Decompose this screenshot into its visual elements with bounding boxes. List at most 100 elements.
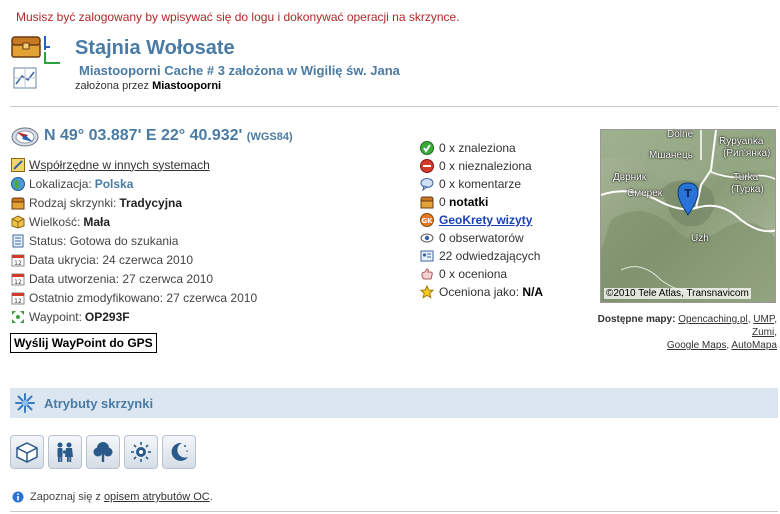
- not-found-count: 0 x nieznaleziona: [439, 159, 532, 173]
- waypoint-value: OP293F: [84, 309, 130, 324]
- not-found-icon: [419, 158, 435, 174]
- created-date-text: Data utworzenia: 27 czerwca 2010: [29, 271, 214, 286]
- wellness-attribute-icon[interactable]: [124, 435, 158, 469]
- attributes-note-suffix: .: [209, 491, 213, 503]
- compass-icon: [11, 127, 39, 147]
- comment-icon: [419, 176, 435, 192]
- svg-text:12: 12: [14, 260, 22, 267]
- hidden-date-row: 12 Data ukrycia: 24 czerwca 2010: [10, 250, 257, 269]
- attributes-list: [10, 435, 200, 469]
- box-attribute-icon[interactable]: [10, 435, 44, 469]
- attributes-note-prefix: Zapoznaj się z: [30, 491, 101, 503]
- attributes-header: Atrybuty skrzynki: [10, 388, 778, 418]
- not-found-row: 0 x nieznaleziona: [419, 157, 543, 175]
- type-value: Tradycyjna: [119, 195, 183, 210]
- map-link-ump[interactable]: UMP: [753, 314, 774, 325]
- cache-details: Współrzędne w innych systemach Lokalizac…: [10, 155, 257, 326]
- attributes-star-icon: [15, 393, 35, 413]
- map-label-uzh: Uzh: [691, 233, 709, 244]
- available-maps-label: Dostępne mapy:: [597, 314, 676, 325]
- globe-icon: [10, 176, 26, 192]
- chest-icon: [10, 195, 26, 211]
- header-divider: [10, 106, 778, 107]
- size-row: Wielkość: Mała: [10, 212, 257, 231]
- calendar-icon: 12: [10, 290, 26, 306]
- map-label-turka: Turka: [733, 172, 759, 183]
- coordinates-datum: (WGS84): [246, 131, 293, 143]
- notes-label: notatki: [449, 195, 489, 209]
- rated-as-label: Oceniona jako:: [439, 285, 520, 299]
- family-attribute-icon[interactable]: [48, 435, 82, 469]
- created-date-row: 12 Data utworzenia: 27 czerwca 2010: [10, 269, 257, 288]
- owner-prefix: założona przez: [75, 80, 149, 92]
- map-credit: ©2010 Tele Atlas, Transnavicom: [604, 288, 751, 299]
- watchers-count: 0 obserwatorów: [439, 231, 524, 245]
- night-attribute-icon[interactable]: [162, 435, 196, 469]
- login-notice: Musisz być zalogowany by wpisywać się do…: [16, 10, 460, 24]
- ratings-row: 0 x oceniona: [419, 265, 543, 283]
- treasure-chest-icon: [11, 36, 41, 58]
- svg-text:12: 12: [14, 298, 22, 305]
- difficulty-terrain-icon: [44, 36, 60, 64]
- status-text: Status: Gotowa do szukania: [29, 233, 179, 248]
- cache-subtitle: Miastooporni Cache # 3 założona w Wigili…: [79, 63, 400, 78]
- chart-icon: [13, 67, 37, 89]
- cache-owner-line: założona przez Miastooporni: [75, 80, 221, 92]
- location-row: Lokalizacja: Polska: [10, 174, 257, 193]
- info-icon: [12, 491, 24, 503]
- svg-text:12: 12: [14, 279, 22, 286]
- rated-as-value: N/A: [522, 285, 544, 299]
- document-icon: [10, 233, 26, 249]
- send-waypoint-gps-button[interactable]: Wyślij WayPoint do GPS: [10, 333, 157, 353]
- map-link-google-maps[interactable]: Google Maps: [667, 340, 726, 351]
- found-check-icon: [419, 140, 435, 156]
- map-label-mshanets: Мшанець: [649, 150, 693, 161]
- attributes-description-link[interactable]: opisem atrybutów OC: [104, 491, 210, 503]
- type-label: Rodzaj skrzynki:: [29, 195, 117, 210]
- other-systems-row: Współrzędne w innych systemach: [10, 155, 257, 174]
- map-marker-letter: T: [684, 187, 692, 200]
- location-map[interactable]: Dolne Rypyanka (Рип'янка) Мшанець Дврник…: [600, 129, 776, 303]
- hidden-date-text: Data ukrycia: 24 czerwca 2010: [29, 252, 194, 267]
- cache-title: Stajnia Wołosate: [75, 37, 235, 59]
- map-label-smerek: Смерек: [627, 188, 663, 199]
- tree-attribute-icon[interactable]: [86, 435, 120, 469]
- visitors-count: 22 odwiedzających: [439, 249, 541, 263]
- modified-date-row: 12 Ostatnio zmodyfikowano: 27 czerwca 20…: [10, 288, 257, 307]
- comments-row: 0 x komentarze: [419, 175, 543, 193]
- waypoint-icon: [10, 309, 26, 325]
- map-link-zumi[interactable]: Zumi: [752, 327, 774, 338]
- size-label: Wielkość:: [29, 214, 81, 229]
- calendar-icon: 12: [10, 271, 26, 287]
- geokrety-row: GK GeoKrety wizyty: [419, 211, 543, 229]
- found-row: 0 x znaleziona: [419, 139, 543, 157]
- attributes-title: Atrybuty skrzynki: [44, 395, 154, 411]
- geokrety-link[interactable]: GeoKrety wizyty: [439, 213, 532, 227]
- owner-name[interactable]: Miastooporni: [152, 80, 221, 92]
- rating-hand-icon: [419, 266, 435, 282]
- status-row: Status: Gotowa do szukania: [10, 231, 257, 250]
- map-link-automapa[interactable]: AutoMapa: [731, 340, 777, 351]
- geokrety-icon: GK: [419, 212, 435, 228]
- notes-count: 0: [439, 195, 446, 209]
- map-label-dvernik: Дврник: [613, 172, 647, 183]
- rated-as-row: Oceniona jako: N/A: [419, 283, 543, 301]
- cache-type-icons: [11, 36, 60, 89]
- map-marker-icon[interactable]: T: [677, 182, 699, 216]
- map-label-turka-cyr: (Турка): [731, 184, 764, 195]
- location-value: Polska: [94, 176, 134, 191]
- location-label: Lokalizacja:: [29, 176, 92, 191]
- watchers-row: 0 obserwatorów: [419, 229, 543, 247]
- waypoint-row: Waypoint: OP293F: [10, 307, 257, 326]
- eye-icon: [419, 230, 435, 246]
- visitors-icon: [419, 248, 435, 264]
- other-systems-link[interactable]: Współrzędne w innych systemach: [29, 158, 210, 172]
- calendar-icon: 12: [10, 252, 26, 268]
- size-value: Mała: [83, 214, 111, 229]
- footer-divider: [10, 511, 778, 512]
- map-label-dolne: Dolne: [667, 129, 694, 140]
- map-link-opencaching[interactable]: Opencaching.pl: [678, 314, 748, 325]
- found-count: 0 x znaleziona: [439, 141, 516, 155]
- cache-stats: 0 x znaleziona 0 x nieznaleziona 0 x kom…: [419, 139, 543, 301]
- star-icon: [419, 284, 435, 300]
